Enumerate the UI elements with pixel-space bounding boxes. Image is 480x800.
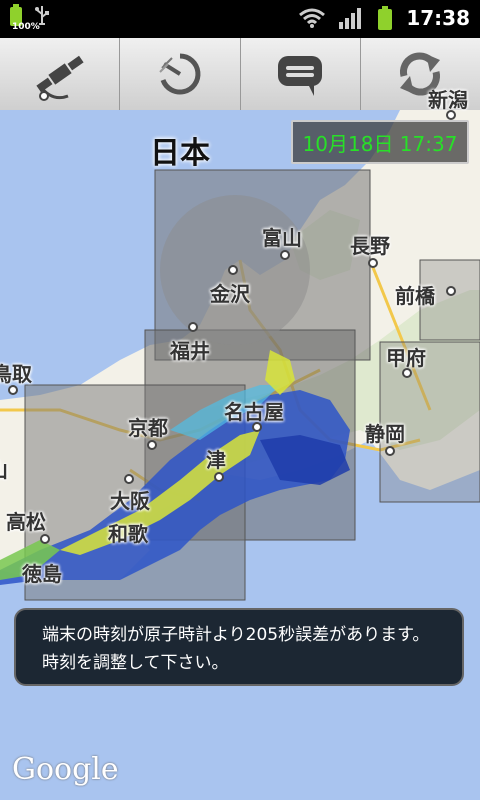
city-dot (40, 534, 50, 544)
city-dot (188, 322, 198, 332)
status-bar: 100% 17:38 (0, 0, 480, 38)
city-dot (147, 440, 157, 450)
message-icon (278, 56, 323, 96)
city-label-shizuoka: 静岡 (365, 422, 405, 446)
city-dot (228, 265, 238, 275)
city-label-kofu: 甲府 (386, 346, 426, 370)
city-dot (252, 422, 262, 432)
city-label-maebashi: 前橋 (395, 284, 435, 308)
city-label-tottori: 鳥取 (0, 362, 32, 386)
radar-button[interactable] (120, 38, 241, 110)
city-dot (385, 446, 395, 456)
city-dot (368, 258, 378, 268)
city-label-toyama: 富山 (262, 226, 302, 250)
map-view[interactable]: 日本 10月18日 17:37 新潟 富山 長野 金沢 前橋 福井 甲府 鳥取 … (0, 88, 480, 800)
battery-percent: 100% (12, 22, 40, 32)
message-button[interactable] (240, 38, 361, 110)
city-label-takamatsu: 高松 (6, 510, 46, 534)
time-error-notice: 端末の時刻が原子時計より205秒誤差があります。時刻を調整して下さい。 (14, 608, 464, 686)
satellite-icon (36, 55, 84, 101)
city-label-osaka: 大阪 (110, 489, 150, 513)
city-label-tsu: 津 (206, 448, 226, 472)
city-dot (214, 472, 224, 482)
city-dot (446, 286, 456, 296)
country-label: 日本 (150, 136, 210, 171)
google-logo: Google (12, 752, 119, 787)
city-label-kanazawa: 金沢 (210, 282, 250, 306)
city-dot (402, 368, 412, 378)
signal-icon (339, 8, 362, 29)
observation-datetime: 10月18日 17:37 (291, 120, 469, 164)
wifi-icon (299, 8, 326, 28)
city-label-fukui: 福井 (170, 339, 210, 363)
clock: 17:38 (406, 6, 470, 30)
city-dot (280, 250, 290, 260)
city-label-nagoya: 名古屋 (224, 400, 284, 424)
city-dot (8, 385, 18, 395)
city-dot (446, 110, 456, 120)
city-label-kyoto: 京都 (128, 416, 168, 440)
satellite-button[interactable] (0, 38, 121, 110)
city-label-partial: 山 (0, 454, 8, 483)
toolbar (0, 38, 480, 111)
battery-icon (378, 6, 393, 30)
city-label-tokushima: 徳島 (22, 562, 62, 586)
city-label-wakayama: 和歌 (108, 522, 148, 546)
city-label-nagano: 長野 (350, 234, 390, 258)
city-label-niigata: 新潟 (428, 88, 468, 112)
radar-icon (159, 53, 201, 95)
city-dot (124, 474, 134, 484)
map-canvas (0, 110, 480, 800)
